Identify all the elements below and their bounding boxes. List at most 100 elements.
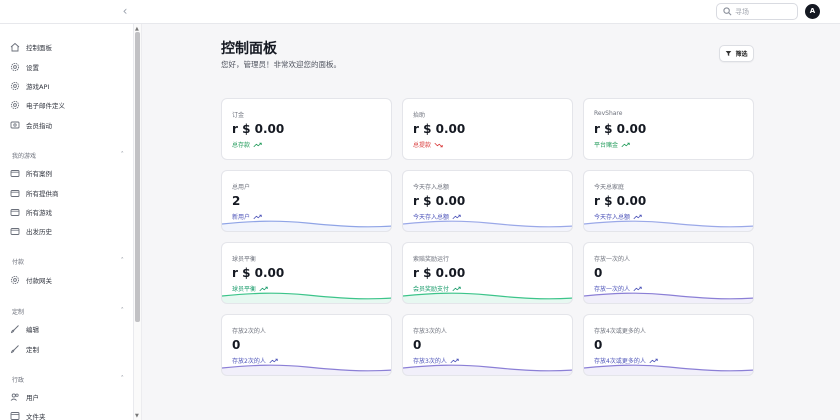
file-icon: [10, 412, 20, 420]
trend-up-icon: [253, 142, 262, 147]
gear-icon: [10, 81, 20, 91]
folder-icon: [10, 190, 20, 197]
sidebar-item-files[interactable]: 文件夹: [10, 409, 46, 420]
chevron-up-icon: ˆ: [120, 256, 125, 265]
stat-card-value: 0: [594, 266, 603, 280]
stat-card: 球员平衡 r $ 0.00 球员平衡: [221, 242, 392, 304]
sidebar-item-label: 所有游戏: [26, 209, 52, 217]
folder-icon: [10, 228, 20, 235]
sidebar-item-settings[interactable]: 设置: [10, 60, 39, 74]
sparkline: [584, 364, 753, 375]
gear-icon: [10, 100, 20, 110]
stat-card: 今天存入总额 r $ 0.00 今天存入总额: [402, 170, 573, 232]
page-title: 控制面板: [221, 41, 277, 57]
sidebar-item-label: 会员指动: [26, 122, 52, 130]
stat-card: 存放一次的人 0 存放一次的人: [583, 242, 754, 304]
section-title: 我的游戏: [12, 152, 37, 160]
sidebar-item-email[interactable]: 电子邮件定义: [10, 98, 65, 112]
scroll-down-icon[interactable]: ▼: [135, 413, 139, 419]
card-icon: [10, 121, 20, 129]
collapse-sidebar-icon[interactable]: ‹: [119, 4, 131, 18]
sidebar-item-all-cases[interactable]: 所有案例: [10, 166, 52, 180]
stat-card: 索赔奖励运行 r $ 0.00 会员奖励支付: [402, 242, 573, 304]
chevron-up-icon: ˆ: [120, 150, 125, 159]
stat-card-value: r $ 0.00: [232, 266, 285, 280]
sidebar-item-all-providers[interactable]: 所有提供商: [10, 186, 59, 200]
gear-icon: [10, 275, 20, 285]
filter-button[interactable]: 筛选: [719, 45, 754, 62]
stat-card-title: 索赔奖励运行: [413, 256, 450, 263]
section-title: 定制: [12, 308, 25, 316]
sidebar-item-dashboard[interactable]: 控制面板: [10, 40, 52, 54]
sidebar-item-game-api[interactable]: 游戏API: [10, 79, 49, 93]
stat-card-title: 存放2次的人: [232, 328, 266, 335]
sidebar: 控制面板 设置 游戏API 电子邮件定义 会员指动 我的游戏 ˆ 所有案例 所有…: [0, 24, 134, 420]
trend-down-icon: [434, 142, 443, 147]
sidebar-item-label: 出发历史: [26, 228, 52, 236]
stat-card-value: r $ 0.00: [413, 194, 466, 208]
chevron-up-icon: ˆ: [120, 306, 125, 315]
stat-card: 订金 r $ 0.00 总存款: [221, 98, 392, 160]
sidebar-item-history[interactable]: 出发历史: [10, 224, 52, 238]
stat-card-description-text: 平台赌金: [594, 142, 619, 149]
chevron-up-icon: ˆ: [120, 374, 125, 383]
stat-card-value: r $ 0.00: [413, 122, 466, 136]
stat-card: 存放2次的人 0 存放2次的人: [221, 314, 392, 376]
stat-card-value: r $ 0.00: [594, 122, 647, 136]
sidebar-scrollbar[interactable]: ▲ ▼: [134, 24, 142, 420]
brush-icon: [10, 325, 19, 334]
home-icon: [10, 42, 20, 52]
sidebar-item-all-games[interactable]: 所有游戏: [10, 205, 52, 219]
filter-label: 筛选: [735, 51, 748, 58]
stat-card: 总用户 2 新用户: [221, 170, 392, 232]
folder-icon: [10, 170, 20, 177]
stat-card-title: RevShare: [594, 110, 623, 117]
brush-icon: [10, 345, 19, 354]
sidebar-item-label: 设置: [26, 64, 39, 72]
sidebar-item-label: 编辑: [26, 326, 39, 334]
stat-card-value: r $ 0.00: [594, 194, 647, 208]
section-my-games[interactable]: 我的游戏 ˆ: [12, 150, 124, 160]
user-avatar[interactable]: A: [805, 4, 820, 19]
stat-card-value: r $ 0.00: [232, 122, 285, 136]
stat-card-value: 0: [232, 338, 241, 352]
search-box[interactable]: [716, 3, 798, 20]
scrollbar-thumb[interactable]: [135, 32, 140, 322]
sidebar-item-member[interactable]: 会员指动: [10, 118, 52, 132]
stat-card-value: 0: [594, 338, 603, 352]
sidebar-item-label: 定制: [26, 346, 39, 354]
folder-icon: [10, 209, 20, 216]
stat-card-value: 0: [413, 338, 422, 352]
stat-card-title: 抬助: [413, 112, 426, 119]
section-admin[interactable]: 行政 ˆ: [12, 374, 124, 384]
filter-icon: [726, 51, 732, 56]
sidebar-item-label: 文件夹: [26, 413, 46, 420]
top-bar: ‹ A: [0, 0, 840, 24]
sparkline: [222, 292, 391, 303]
sparkline: [403, 220, 572, 231]
sidebar-item-label: 所有提供商: [26, 190, 59, 198]
sidebar-item-label: 控制面板: [26, 44, 52, 52]
search-input[interactable]: [735, 6, 795, 18]
sparkline: [403, 364, 572, 375]
stat-card-value: r $ 0.00: [413, 266, 466, 280]
section-payment[interactable]: 付款 ˆ: [12, 256, 124, 266]
section-customize[interactable]: 定制 ˆ: [12, 306, 124, 316]
stat-card: 抬助 r $ 0.00 总提款: [402, 98, 573, 160]
sidebar-item-customize[interactable]: 定制: [10, 342, 39, 356]
trend-up-icon: [621, 142, 630, 147]
stat-card-title: 订金: [232, 112, 245, 119]
sidebar-item-users[interactable]: 用户: [10, 390, 39, 404]
sidebar-item-label: 游戏API: [26, 83, 50, 91]
section-title: 行政: [12, 376, 25, 384]
sidebar-item-label: 付款网关: [26, 277, 52, 285]
sidebar-item-gateway[interactable]: 付款网关: [10, 273, 52, 287]
stat-card: 今天总家庭 r $ 0.00 今天存入总额: [583, 170, 754, 232]
sidebar-item-edit[interactable]: 编辑: [10, 322, 39, 336]
stat-card-title: 存放3次的人: [413, 328, 447, 335]
stat-card-title: 今天总家庭: [594, 184, 625, 191]
gear-icon: [10, 62, 20, 72]
stat-card-description: 平台赌金: [594, 140, 630, 149]
search-icon: [723, 7, 732, 16]
sidebar-item-label: 所有案例: [26, 170, 52, 178]
